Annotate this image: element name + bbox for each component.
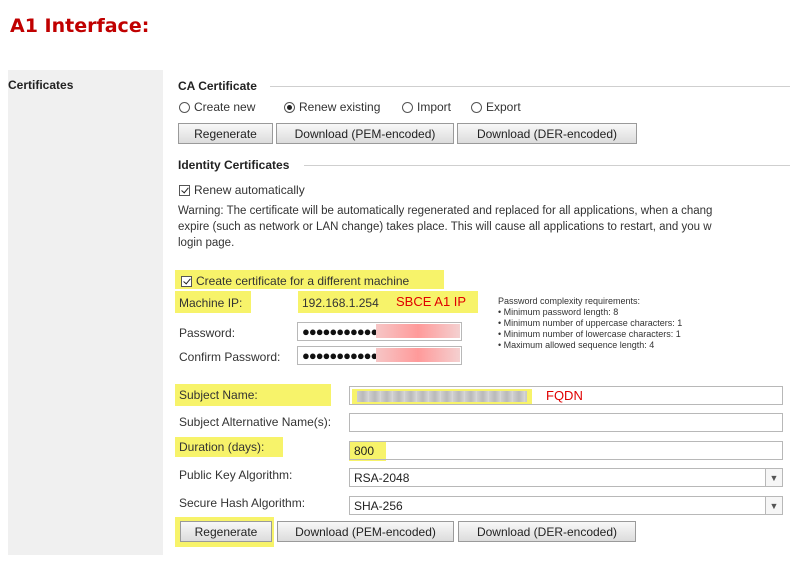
different-machine-label: Create certificate for a different machi…: [196, 274, 410, 288]
ca-option-create-new[interactable]: Create new: [179, 100, 255, 114]
subject-name-annotation: FQDN: [546, 388, 583, 403]
left-panel: Certificates: [8, 70, 163, 555]
export-radio[interactable]: [471, 101, 482, 113]
duration-label: Duration (days):: [179, 440, 265, 454]
confirm-password-mask: ●●●●●●●●●●●: [302, 348, 378, 363]
san-label: Subject Alternative Name(s):: [179, 415, 332, 429]
different-machine-checkbox[interactable]: [181, 275, 192, 287]
machine-ip-annotation: SBCE A1 IP: [396, 294, 467, 309]
chevron-down-icon[interactable]: ▼: [765, 469, 782, 486]
different-machine-option[interactable]: Create certificate for a different machi…: [181, 274, 409, 288]
ca-regenerate-button[interactable]: Regenerate: [178, 123, 273, 144]
import-radio[interactable]: [402, 101, 413, 113]
create-new-radio[interactable]: [179, 101, 190, 113]
identity-certificates-divider: [304, 165, 790, 166]
secure-hash-algorithm-value: SHA-256: [354, 498, 403, 513]
document-title: A1 Interface:: [10, 15, 150, 37]
ca-download-pem-button[interactable]: Download (PEM-encoded): [276, 123, 454, 144]
renew-existing-label: Renew existing: [299, 100, 381, 114]
renew-automatically-option[interactable]: Renew automatically: [179, 183, 305, 197]
public-key-algorithm-value: RSA-2048: [354, 470, 410, 485]
confirm-password-label: Confirm Password:: [179, 350, 281, 364]
ca-option-renew-existing[interactable]: Renew existing: [284, 100, 380, 114]
chevron-down-icon[interactable]: ▼: [765, 497, 782, 514]
ca-certificate-divider: [270, 86, 790, 87]
subject-name-label: Subject Name:: [179, 388, 258, 402]
create-new-label: Create new: [194, 100, 256, 114]
renew-automatically-checkbox[interactable]: [179, 184, 190, 196]
pw-req-heading: Password complexity requirements:: [498, 296, 641, 306]
pw-req-item: • Maximum allowed sequence length: 4: [498, 340, 655, 350]
pw-req-item: • Minimum password length: 8: [498, 307, 619, 317]
confirm-password-redaction: [376, 348, 460, 362]
warning-line-1: Warning: The certificate will be automat…: [178, 205, 713, 217]
san-input[interactable]: [349, 413, 783, 432]
duration-input[interactable]: 800: [349, 441, 783, 460]
identity-regenerate-button[interactable]: Regenerate: [180, 521, 272, 542]
warning-line-3: login page.: [178, 237, 235, 249]
public-key-algorithm-select[interactable]: RSA-2048 ▼: [349, 468, 783, 487]
identity-download-der-button[interactable]: Download (DER-encoded): [458, 521, 636, 542]
certificates-nav-label[interactable]: Certificates: [8, 78, 73, 92]
password-requirements: Password complexity requirements: • Mini…: [498, 296, 682, 351]
identity-certificates-title: Identity Certificates: [178, 158, 290, 172]
public-key-algorithm-label: Public Key Algorithm:: [179, 468, 293, 482]
secure-hash-algorithm-select[interactable]: SHA-256 ▼: [349, 496, 783, 515]
password-label: Password:: [179, 326, 236, 340]
pw-req-item: • Minimum number of lowercase characters…: [498, 329, 681, 339]
ca-download-der-button[interactable]: Download (DER-encoded): [457, 123, 637, 144]
ca-option-export[interactable]: Export: [471, 100, 521, 114]
import-label: Import: [417, 100, 452, 114]
subject-name-redaction: [357, 391, 527, 402]
ca-certificate-title: CA Certificate: [178, 79, 257, 93]
ca-option-import[interactable]: Import: [402, 100, 451, 114]
duration-value: 800: [354, 443, 375, 458]
renew-existing-radio[interactable]: [284, 101, 295, 113]
password-mask: ●●●●●●●●●●●: [302, 324, 378, 339]
warning-line-2: expire (such as network or LAN change) t…: [178, 221, 712, 233]
machine-ip-value[interactable]: 192.168.1.254: [302, 296, 379, 310]
machine-ip-label: Machine IP:: [179, 296, 243, 310]
export-label: Export: [486, 100, 521, 114]
renew-automatically-label: Renew automatically: [194, 183, 305, 197]
secure-hash-algorithm-label: Secure Hash Algorithm:: [179, 496, 306, 510]
pw-req-item: • Minimum number of uppercase characters…: [498, 318, 683, 328]
password-redaction: [376, 324, 460, 338]
identity-download-pem-button[interactable]: Download (PEM-encoded): [277, 521, 454, 542]
